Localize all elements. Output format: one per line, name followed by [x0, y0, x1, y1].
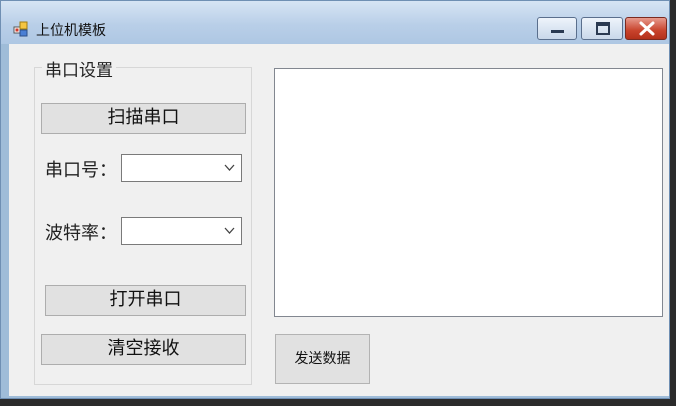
app-window: 上位机模板 串口设置 扫描串口 串口号： 波特率： 打开串口 清空接收 发送数据: [0, 0, 670, 399]
chevron-down-icon: [224, 164, 235, 171]
port-select[interactable]: [121, 154, 242, 182]
app-icon: [13, 21, 29, 37]
minimize-icon: [551, 30, 564, 33]
maximize-icon: [596, 22, 610, 35]
close-button[interactable]: [625, 17, 667, 40]
baud-select[interactable]: [121, 217, 242, 245]
chevron-down-icon: [224, 227, 235, 234]
send-data-button[interactable]: 发送数据: [275, 334, 370, 384]
close-icon: [639, 21, 655, 36]
baud-label: 波特率：: [45, 223, 117, 244]
minimize-button[interactable]: [537, 17, 577, 40]
open-port-button[interactable]: 打开串口: [45, 285, 246, 316]
group-title: 串口设置: [42, 56, 116, 81]
title-bar[interactable]: 上位机模板: [1, 1, 669, 44]
client-area: 串口设置 扫描串口 串口号： 波特率： 打开串口 清空接收 发送数据: [9, 44, 669, 396]
port-label: 串口号：: [45, 160, 117, 181]
window-title: 上位机模板: [36, 23, 106, 39]
receive-textbox[interactable]: [274, 68, 663, 317]
clear-receive-button[interactable]: 清空接收: [41, 334, 246, 365]
maximize-button[interactable]: [581, 17, 623, 40]
scan-ports-button[interactable]: 扫描串口: [41, 103, 246, 134]
